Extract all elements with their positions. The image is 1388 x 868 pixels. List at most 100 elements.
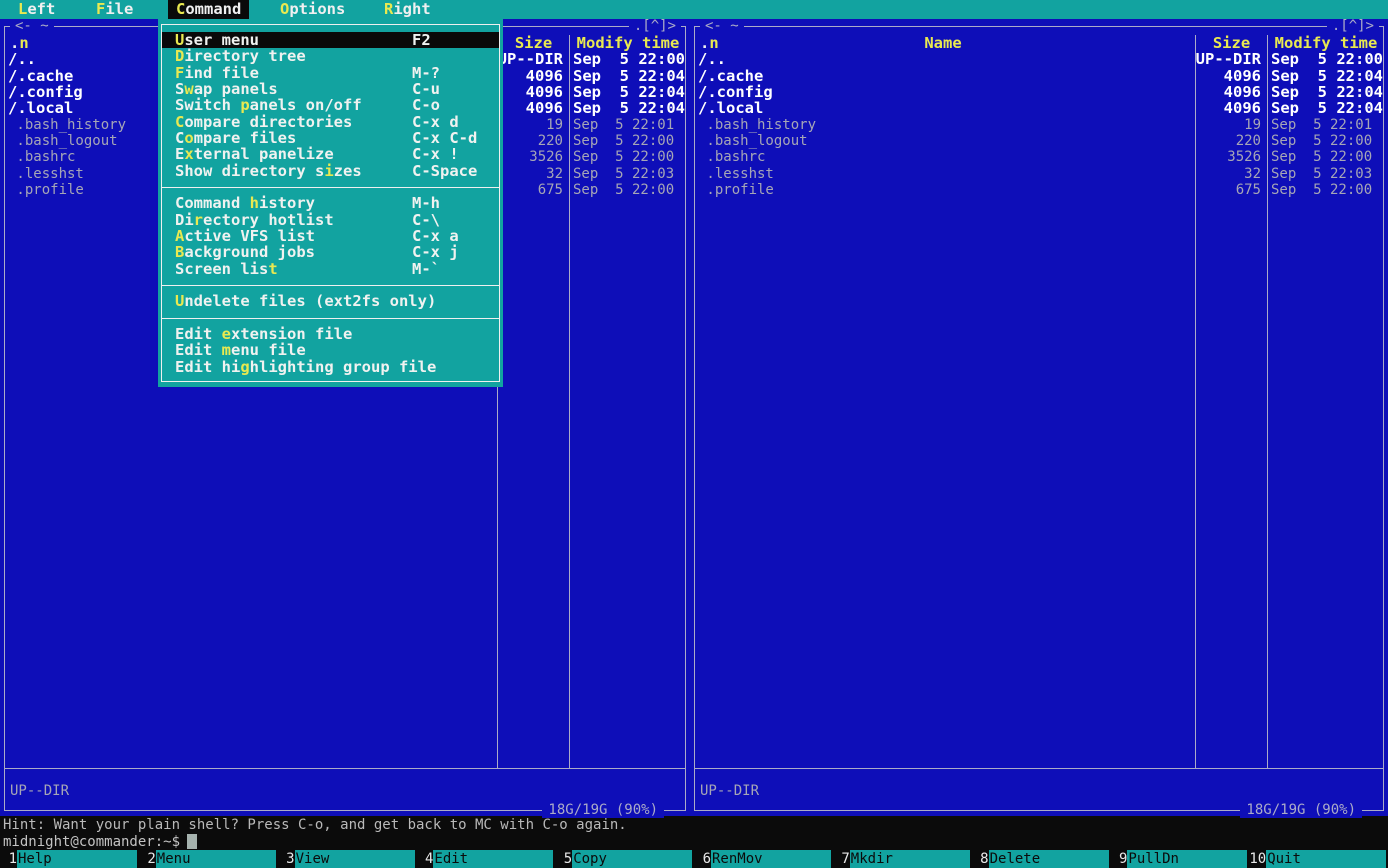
fkey-menu[interactable]: 2Menu bbox=[139, 850, 278, 868]
menu-item-command-history[interactable]: Command historyM-h bbox=[162, 195, 499, 211]
header-size[interactable]: Size bbox=[1196, 35, 1267, 51]
file-row-bashrc[interactable]: .bashrc3526Sep 5 22:00 bbox=[695, 149, 1383, 165]
file-size: 3526 bbox=[529, 149, 563, 165]
menu-item-active-vfs-list[interactable]: Active VFS listC-x a bbox=[162, 228, 499, 244]
file-mtime: Sep 5 22:00 bbox=[1271, 133, 1381, 149]
menu-shortcut: C-x d bbox=[412, 114, 459, 130]
history-back-icon[interactable]: <- bbox=[705, 18, 722, 34]
menu-shortcut: C-x a bbox=[412, 228, 459, 244]
file-row-bash-history[interactable]: .bash_history19Sep 5 22:01 bbox=[695, 117, 1383, 133]
file-row-[interactable]: /..UP--DIRSep 5 22:00 bbox=[695, 51, 1383, 67]
dropdown-items: User menuF2Directory treeFind fileM-?Swa… bbox=[162, 32, 499, 375]
menu-item-undelete-files-ext2fs-only[interactable]: Undelete files (ext2fs only) bbox=[162, 293, 499, 309]
menu-item-screen-list[interactable]: Screen listM-` bbox=[162, 261, 499, 277]
panel-border bbox=[1383, 26, 1384, 811]
file-name: /.cache bbox=[8, 68, 73, 84]
menu-item-show-directory-sizes[interactable]: Show directory sizesC-Space bbox=[162, 163, 499, 179]
fkey-pulldn[interactable]: 9PullDn bbox=[1110, 850, 1249, 868]
fkey-renmov[interactable]: 6RenMov bbox=[694, 850, 833, 868]
panel-header-row: .n Name Size Modify time bbox=[695, 35, 1383, 51]
menu-command[interactable]: Command bbox=[168, 0, 249, 19]
fkey-number: 7 bbox=[833, 850, 850, 868]
selected-file-status: UP--DIR bbox=[700, 783, 759, 799]
panel-path[interactable]: ~ bbox=[40, 18, 48, 34]
file-mtime: Sep 5 22:04 bbox=[573, 68, 683, 84]
header-size[interactable]: Size bbox=[498, 35, 569, 51]
file-name: .bashrc bbox=[698, 149, 765, 165]
fkey-label: RenMov bbox=[711, 850, 831, 868]
menu-options[interactable]: Options bbox=[280, 0, 345, 19]
file-size: 19 bbox=[546, 117, 563, 133]
menu-shortcut: C-x C-d bbox=[412, 130, 477, 146]
fkey-delete[interactable]: 8Delete bbox=[972, 850, 1111, 868]
menu-item-find-file[interactable]: Find fileM-? bbox=[162, 65, 499, 81]
menu-shortcut: C-x ! bbox=[412, 146, 459, 162]
menu-file[interactable]: File bbox=[96, 0, 133, 19]
fkey-view[interactable]: 3View bbox=[278, 850, 417, 868]
panel-nav-controls[interactable]: .[^]> bbox=[1327, 19, 1379, 34]
menu-item-edit-menu-file[interactable]: Edit menu file bbox=[162, 342, 499, 358]
file-name: .profile bbox=[698, 182, 774, 198]
fkey-number: 10 bbox=[1249, 850, 1266, 868]
file-name: /.config bbox=[698, 84, 773, 100]
file-mtime: Sep 5 22:03 bbox=[1271, 166, 1381, 182]
fkey-number: 3 bbox=[278, 850, 295, 868]
file-name: /.cache bbox=[698, 68, 763, 84]
file-size: 675 bbox=[1236, 182, 1261, 198]
file-row-profile[interactable]: .profile675Sep 5 22:00 bbox=[695, 182, 1383, 198]
menu-left[interactable]: Left bbox=[18, 0, 55, 19]
function-key-bar: 1Help2Menu3View4Edit5Copy6RenMov7Mkdir8D… bbox=[0, 850, 1388, 868]
file-name: .lesshst bbox=[8, 166, 84, 182]
header-mtime[interactable]: Modify time bbox=[572, 35, 684, 51]
prompt-text: midnight@commander:~$ bbox=[3, 834, 180, 850]
file-size: 19 bbox=[1244, 117, 1261, 133]
fkey-edit[interactable]: 4Edit bbox=[416, 850, 555, 868]
file-size: 3526 bbox=[1227, 149, 1261, 165]
menu-item-external-panelize[interactable]: External panelizeC-x ! bbox=[162, 146, 499, 162]
fkey-label: Quit bbox=[1266, 850, 1386, 868]
file-row-bash-logout[interactable]: .bash_logout 220 Sep 5 22:00 bbox=[695, 133, 1383, 149]
disk-usage: 18G/19G (90%) bbox=[542, 803, 664, 818]
fkey-quit[interactable]: 10Quit bbox=[1249, 850, 1388, 868]
fkey-copy[interactable]: 5Copy bbox=[555, 850, 694, 868]
header-mtime[interactable]: Modify time bbox=[1270, 35, 1382, 51]
shell-prompt[interactable]: midnight@commander:~$ bbox=[3, 833, 197, 850]
menu-shortcut: M-h bbox=[412, 195, 440, 211]
header-name[interactable]: Name bbox=[695, 35, 1191, 51]
history-back-icon[interactable]: <- bbox=[15, 18, 32, 34]
menu-item-switch-panels-on-off[interactable]: Switch panels on/offC-o bbox=[162, 97, 499, 113]
file-mtime: Sep 5 22:04 bbox=[1271, 68, 1381, 84]
menu-right[interactable]: Right bbox=[384, 0, 431, 19]
file-name: .bash_history bbox=[698, 117, 816, 133]
menu-item-background-jobs[interactable]: Background jobsC-x j bbox=[162, 244, 499, 260]
file-size: 220 bbox=[1236, 133, 1261, 149]
fkey-label: Edit bbox=[433, 850, 553, 868]
menu-item-edit-extension-file[interactable]: Edit extension file bbox=[162, 326, 499, 342]
menu-shortcut: C-x j bbox=[412, 244, 459, 260]
fkey-help[interactable]: 1Help bbox=[0, 850, 139, 868]
menu-item-directory-hotlist[interactable]: Directory hotlistC-\ bbox=[162, 212, 499, 228]
file-row-local[interactable]: /.local4096Sep 5 22:04 bbox=[695, 100, 1383, 116]
file-row-lesshst[interactable]: .lesshst32Sep 5 22:03 bbox=[695, 166, 1383, 182]
disk-usage: 18G/19G (90%) bbox=[1240, 803, 1362, 818]
panel-path[interactable]: ~ bbox=[730, 18, 738, 34]
menu-item-user-menu[interactable]: User menuF2 bbox=[162, 32, 499, 48]
file-row-cache[interactable]: /.cache4096Sep 5 22:04 bbox=[695, 68, 1383, 84]
menu-shortcut: C-\ bbox=[412, 212, 440, 228]
file-name: .bash_logout bbox=[698, 133, 808, 149]
file-row-config[interactable]: /.config4096Sep 5 22:04 bbox=[695, 84, 1383, 100]
panel-nav-controls[interactable]: .[^]> bbox=[629, 19, 681, 34]
menu-item-edit-highlighting-group-file[interactable]: Edit highlighting group file bbox=[162, 359, 499, 375]
menu-item-directory-tree[interactable]: Directory tree bbox=[162, 48, 499, 64]
menu-item-swap-panels[interactable]: Swap panelsC-u bbox=[162, 81, 499, 97]
file-name: /.local bbox=[698, 100, 763, 116]
file-name: /.local bbox=[8, 100, 73, 116]
file-mtime: Sep 5 22:01 bbox=[573, 117, 683, 133]
file-mtime: Sep 5 22:00 bbox=[573, 182, 683, 198]
menu-bar: Left File Command Options Right bbox=[0, 0, 1388, 19]
menu-item-compare-directories[interactable]: Compare directoriesC-x d bbox=[162, 114, 499, 130]
menu-item-compare-files[interactable]: Compare filesC-x C-d bbox=[162, 130, 499, 146]
file-size: 32 bbox=[1244, 166, 1261, 182]
fkey-mkdir[interactable]: 7Mkdir bbox=[833, 850, 972, 868]
panel-border bbox=[685, 26, 686, 811]
